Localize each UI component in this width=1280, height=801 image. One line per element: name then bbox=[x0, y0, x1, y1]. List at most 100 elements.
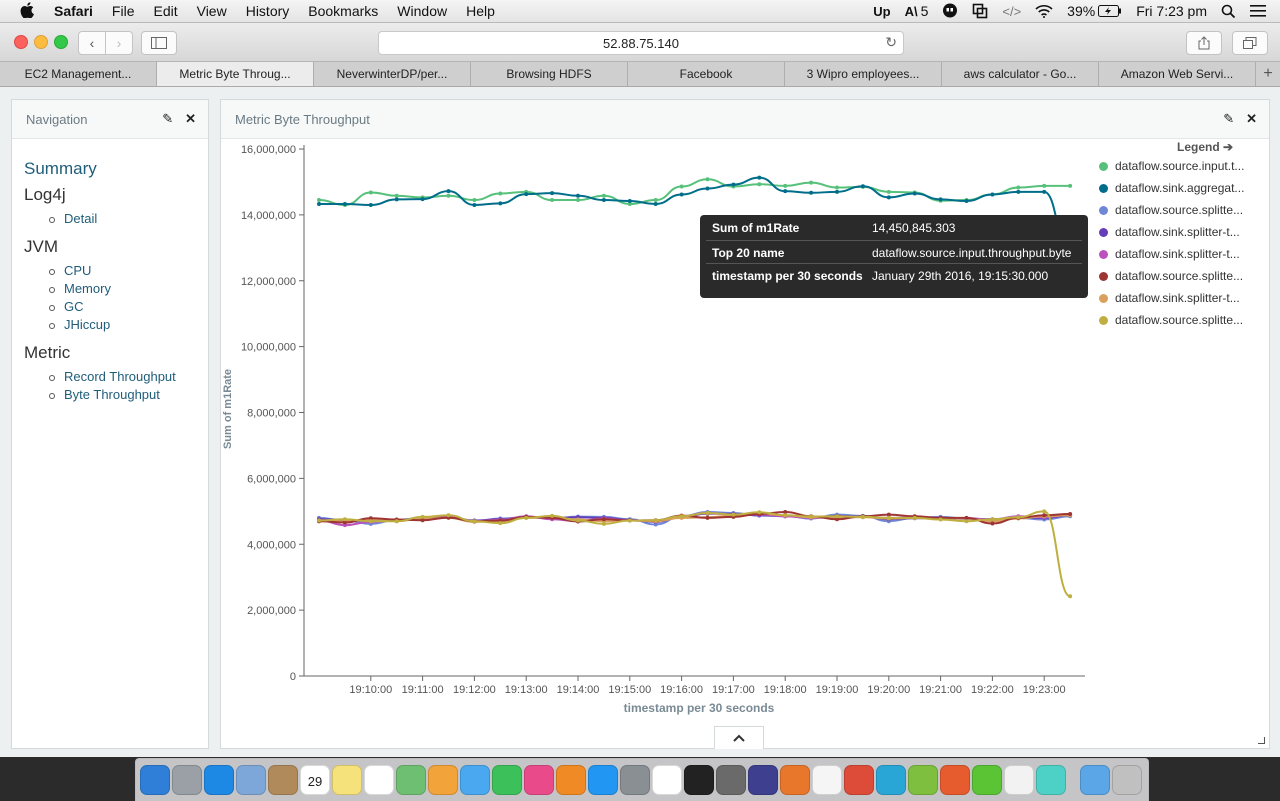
data-point[interactable] bbox=[601, 198, 606, 203]
legend-item[interactable]: dataflow.sink.splitter-t... bbox=[1099, 247, 1240, 261]
data-point[interactable] bbox=[990, 521, 995, 526]
mou-icon[interactable] bbox=[1036, 765, 1066, 795]
reload-icon[interactable]: ↻ bbox=[885, 34, 897, 51]
clock[interactable]: Fri 7:23 pm bbox=[1136, 3, 1207, 19]
data-point[interactable] bbox=[783, 189, 788, 194]
data-point[interactable] bbox=[472, 519, 477, 524]
notification-center-icon[interactable] bbox=[1250, 4, 1266, 18]
tab-metric-byte-throughput[interactable]: Metric Byte Throug... bbox=[157, 62, 314, 86]
data-point[interactable] bbox=[757, 182, 762, 187]
upwork-icon[interactable] bbox=[972, 765, 1002, 795]
data-point[interactable] bbox=[368, 519, 373, 524]
data-point[interactable] bbox=[524, 192, 529, 197]
data-point[interactable] bbox=[912, 191, 917, 196]
trash-icon[interactable] bbox=[1112, 765, 1142, 795]
data-point[interactable] bbox=[394, 519, 399, 524]
messages-icon[interactable] bbox=[460, 765, 490, 795]
data-point[interactable] bbox=[446, 189, 451, 194]
apple-menu-icon[interactable] bbox=[20, 2, 34, 18]
adobe-status-item[interactable]: A\ 5 bbox=[905, 3, 929, 19]
grid-app-icon[interactable] bbox=[812, 765, 842, 795]
spotlight-icon[interactable] bbox=[1221, 4, 1236, 19]
data-point[interactable] bbox=[860, 184, 865, 189]
data-point[interactable] bbox=[1068, 594, 1073, 599]
legend-item[interactable]: dataflow.sink.splitter-t... bbox=[1099, 291, 1240, 305]
chrome-icon[interactable] bbox=[844, 765, 874, 795]
data-point[interactable] bbox=[550, 513, 555, 518]
data-point[interactable] bbox=[705, 177, 710, 182]
data-point[interactable] bbox=[886, 515, 891, 520]
data-point[interactable] bbox=[394, 193, 399, 198]
data-point[interactable] bbox=[368, 190, 373, 195]
data-point[interactable] bbox=[886, 195, 891, 200]
share-button[interactable] bbox=[1186, 31, 1222, 55]
data-point[interactable] bbox=[498, 201, 503, 206]
tab-aws-calculator[interactable]: aws calculator - Go... bbox=[942, 62, 1099, 86]
menu-bookmarks[interactable]: Bookmarks bbox=[308, 3, 378, 19]
data-point[interactable] bbox=[317, 518, 321, 523]
calendar-icon[interactable]: 29 bbox=[300, 765, 330, 795]
menu-history[interactable]: History bbox=[246, 3, 290, 19]
ibooks-icon[interactable] bbox=[556, 765, 586, 795]
data-point[interactable] bbox=[627, 518, 632, 523]
minimize-window-button[interactable] bbox=[34, 35, 48, 49]
menu-file[interactable]: File bbox=[112, 3, 135, 19]
data-point[interactable] bbox=[1016, 189, 1021, 194]
data-point[interactable] bbox=[472, 198, 477, 203]
data-point[interactable] bbox=[679, 184, 684, 189]
hangouts-icon[interactable] bbox=[942, 3, 958, 19]
data-point[interactable] bbox=[498, 521, 503, 526]
menu-help[interactable]: Help bbox=[466, 3, 495, 19]
code-icon[interactable]: </> bbox=[1002, 4, 1021, 19]
wifi-icon[interactable] bbox=[1035, 4, 1053, 18]
data-point[interactable] bbox=[783, 513, 788, 518]
photos-icon[interactable] bbox=[428, 765, 458, 795]
data-point[interactable] bbox=[550, 198, 555, 203]
notes-icon[interactable] bbox=[332, 765, 362, 795]
new-tab-button[interactable]: + bbox=[1256, 62, 1280, 86]
legend-item[interactable]: dataflow.sink.aggregat... bbox=[1099, 181, 1244, 195]
data-point[interactable] bbox=[809, 180, 814, 185]
data-point[interactable] bbox=[601, 521, 606, 526]
data-point[interactable] bbox=[420, 197, 425, 202]
data-point[interactable] bbox=[446, 193, 451, 198]
firefox-icon[interactable] bbox=[780, 765, 810, 795]
data-point[interactable] bbox=[601, 193, 606, 198]
data-point[interactable] bbox=[653, 202, 658, 207]
data-point[interactable] bbox=[1042, 513, 1047, 518]
finder-icon[interactable] bbox=[140, 765, 170, 795]
close-window-button[interactable] bbox=[14, 35, 28, 49]
data-point[interactable] bbox=[368, 202, 373, 207]
data-point[interactable] bbox=[1042, 509, 1047, 514]
folder-icon[interactable] bbox=[1080, 765, 1110, 795]
data-point[interactable] bbox=[835, 189, 839, 194]
office-icon[interactable] bbox=[940, 765, 970, 795]
data-point[interactable] bbox=[731, 182, 736, 187]
upwork-status-icon[interactable]: Up bbox=[873, 4, 890, 19]
data-point[interactable] bbox=[1016, 185, 1021, 190]
data-point[interactable] bbox=[576, 198, 580, 203]
data-point[interactable] bbox=[420, 514, 425, 519]
zoom-window-button[interactable] bbox=[54, 35, 68, 49]
system-preferences-icon[interactable] bbox=[620, 765, 650, 795]
data-point[interactable] bbox=[1016, 515, 1021, 520]
data-point[interactable] bbox=[731, 512, 736, 517]
contacts-icon[interactable] bbox=[268, 765, 298, 795]
data-point[interactable] bbox=[809, 190, 814, 195]
app-store-icon[interactable] bbox=[588, 765, 618, 795]
tab-amazon-web-services[interactable]: Amazon Web Servi... bbox=[1099, 62, 1256, 86]
facetime-icon[interactable] bbox=[492, 765, 522, 795]
sourcetree-icon[interactable] bbox=[908, 765, 938, 795]
data-point[interactable] bbox=[938, 517, 943, 522]
data-point[interactable] bbox=[679, 192, 684, 197]
data-point[interactable] bbox=[757, 510, 762, 515]
data-point[interactable] bbox=[990, 517, 995, 522]
tab-wipro-employees[interactable]: 3 Wipro employees... bbox=[785, 62, 942, 86]
menu-app-name[interactable]: Safari bbox=[54, 3, 93, 19]
data-point[interactable] bbox=[394, 197, 399, 202]
tab-neverwinterdp[interactable]: NeverwinterDP/per... bbox=[314, 62, 471, 86]
address-bar[interactable]: 52.88.75.140 ↻ bbox=[378, 31, 904, 55]
menu-edit[interactable]: Edit bbox=[153, 3, 177, 19]
legend-item[interactable]: dataflow.source.splitte... bbox=[1099, 313, 1243, 327]
calculator-icon[interactable] bbox=[716, 765, 746, 795]
